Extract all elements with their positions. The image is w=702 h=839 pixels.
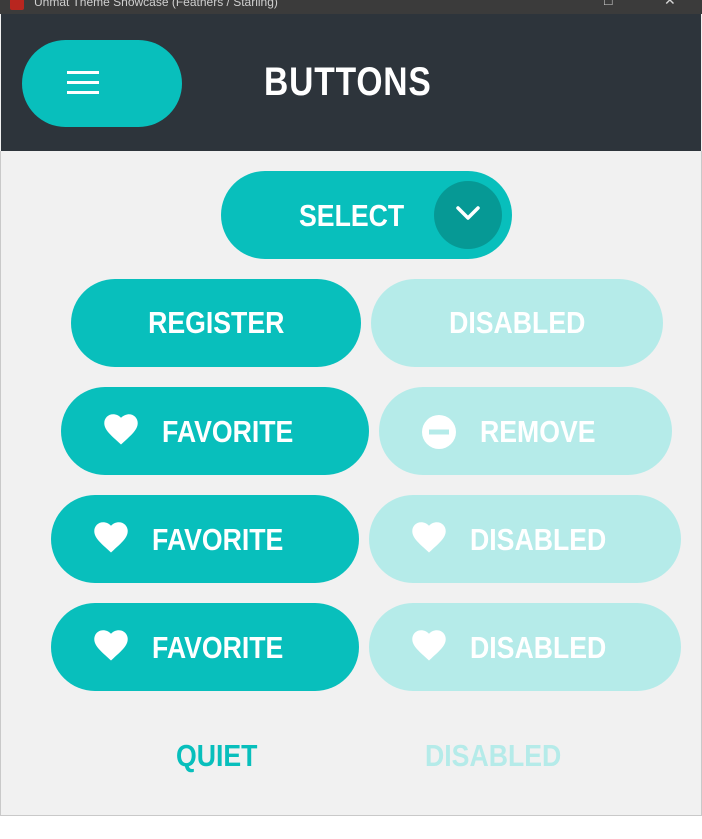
app-icon [10, 0, 24, 10]
window-titlebar: Uhmat Theme Showcase (Feathers / Starlin… [0, 0, 702, 14]
select-button[interactable]: SELECT [221, 171, 512, 259]
page-title: BUTTONS [264, 60, 432, 104]
close-icon[interactable]: ✕ [664, 0, 676, 7]
favorite-button[interactable]: FAVORITE [51, 495, 359, 583]
app-header: BUTTONS [1, 14, 701, 151]
register-button-label: REGISTER [147, 305, 285, 340]
favorite-button-label: FAVORITE [162, 414, 294, 449]
heart-icon [412, 630, 446, 661]
favorite-button-label: FAVORITE [152, 630, 284, 665]
favorite-button[interactable]: FAVORITE [51, 603, 359, 691]
hamburger-menu-icon [67, 71, 99, 94]
quiet-disabled-button: DISABLED [425, 738, 562, 773]
disabled-favorite-button: DISABLED [369, 495, 681, 583]
disabled-favorite-button: DISABLED [369, 603, 681, 691]
disabled-button-label: DISABLED [470, 630, 607, 665]
quiet-button[interactable]: QUIET [176, 738, 257, 774]
select-button-label: SELECT [299, 198, 405, 233]
heart-icon [412, 522, 446, 553]
maximize-icon[interactable]: □ [604, 0, 612, 7]
heart-icon [94, 630, 128, 661]
disabled-button: DISABLED [371, 279, 663, 367]
desktop-area [0, 816, 702, 839]
chevron-down-icon [456, 206, 480, 220]
window-title: Uhmat Theme Showcase (Feathers / Starlin… [34, 0, 278, 9]
favorite-button-label: FAVORITE [152, 522, 284, 557]
heart-icon [104, 414, 138, 445]
menu-button[interactable] [22, 40, 182, 127]
remove-button: REMOVE [379, 387, 672, 475]
chevron-down-button[interactable] [434, 181, 502, 249]
favorite-button[interactable]: FAVORITE [61, 387, 369, 475]
heart-icon [94, 522, 128, 553]
disabled-button-label: DISABLED [470, 522, 607, 557]
minus-circle-icon [422, 415, 456, 449]
remove-button-label: REMOVE [480, 414, 596, 449]
disabled-button-label: DISABLED [448, 305, 586, 340]
register-button[interactable]: REGISTER [71, 279, 361, 367]
